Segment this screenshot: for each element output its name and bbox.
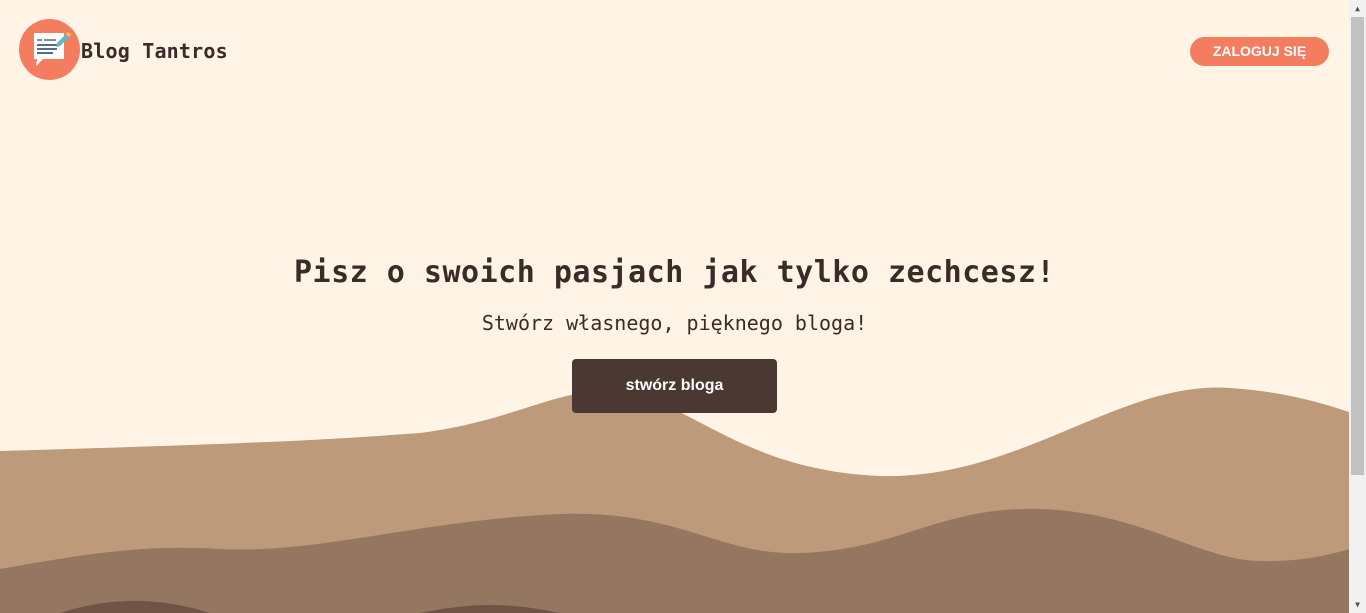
- vertical-scrollbar[interactable]: ▲ ▼: [1349, 0, 1366, 613]
- login-button[interactable]: ZALOGUJ SIĘ: [1190, 37, 1329, 66]
- site-logo[interactable]: [19, 19, 80, 80]
- hero-title: Pisz o swoich pasjach jak tylko zechcesz…: [293, 255, 1056, 290]
- landing-page: Blog Tantros ZALOGUJ SIĘ Pisz o swoich p…: [0, 0, 1366, 613]
- hero-section: Pisz o swoich pasjach jak tylko zechcesz…: [0, 250, 1349, 338]
- scroll-thumb[interactable]: [1351, 17, 1364, 475]
- scroll-up-arrow-icon[interactable]: ▲: [1349, 0, 1366, 17]
- hero-subtitle: Stwórz własnego, pięknego bloga!: [481, 311, 868, 335]
- create-blog-button[interactable]: stwórz bloga: [572, 359, 777, 413]
- brand-name[interactable]: Blog Tantros: [81, 39, 228, 63]
- site-header: Blog Tantros ZALOGUJ SIĘ: [0, 0, 1349, 100]
- scroll-down-arrow-icon[interactable]: ▼: [1349, 596, 1366, 613]
- blog-post-icon: [34, 32, 71, 66]
